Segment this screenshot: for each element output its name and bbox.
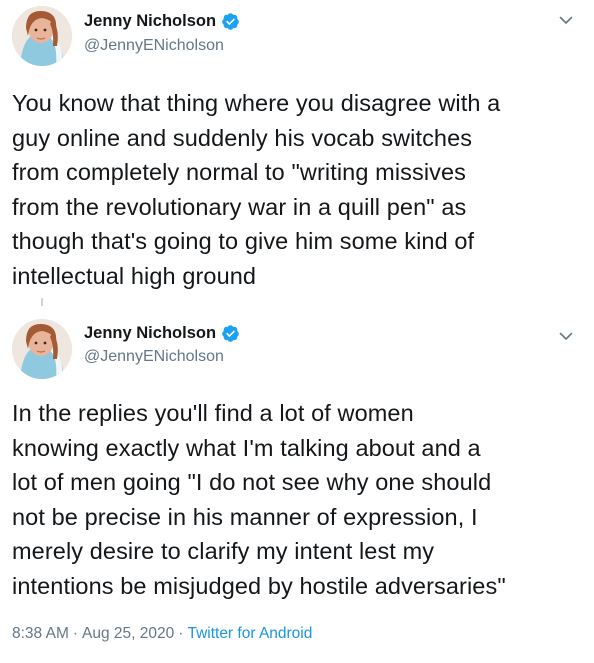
tweet[interactable]: Jenny Nicholson @JennyENicholson In the … — [0, 298, 594, 663]
thread-connector — [41, 298, 43, 306]
tweet-source-link[interactable]: Twitter for Android — [187, 625, 312, 642]
verified-badge-icon — [222, 325, 239, 342]
avatar-photo — [12, 319, 72, 379]
author-name-row[interactable]: Jenny Nicholson — [84, 324, 240, 343]
tweet-time[interactable]: 8:38 AM — [12, 625, 69, 642]
tweet-text: You know that thing where you disagree w… — [12, 90, 501, 289]
author-name-row[interactable]: Jenny Nicholson — [84, 12, 240, 31]
avatar-photo — [12, 6, 72, 66]
avatar[interactable] — [12, 6, 72, 66]
verified-badge-icon — [222, 13, 239, 30]
tweet-date[interactable]: Aug 25, 2020 — [82, 625, 174, 642]
tweet-text: In the replies you'll find a lot of wome… — [12, 400, 506, 599]
chevron-down-icon[interactable] — [558, 328, 574, 344]
tweet-thread: Jenny Nicholson @JennyENicholson You kno… — [0, 0, 594, 663]
author-handle[interactable]: @JennyENicholson — [84, 348, 224, 366]
tweet-metadata: 8:38 AM · Aug 25, 2020 · Twitter for Android — [12, 625, 312, 643]
meta-separator: · — [72, 625, 79, 642]
chevron-down-icon[interactable] — [558, 12, 574, 28]
author-handle[interactable]: @JennyENicholson — [84, 37, 224, 55]
tweet[interactable]: Jenny Nicholson @JennyENicholson You kno… — [0, 0, 594, 306]
avatar[interactable] — [12, 319, 72, 379]
meta-separator: · — [178, 625, 184, 642]
author-name[interactable]: Jenny Nicholson — [84, 12, 216, 31]
author-name[interactable]: Jenny Nicholson — [84, 324, 216, 343]
